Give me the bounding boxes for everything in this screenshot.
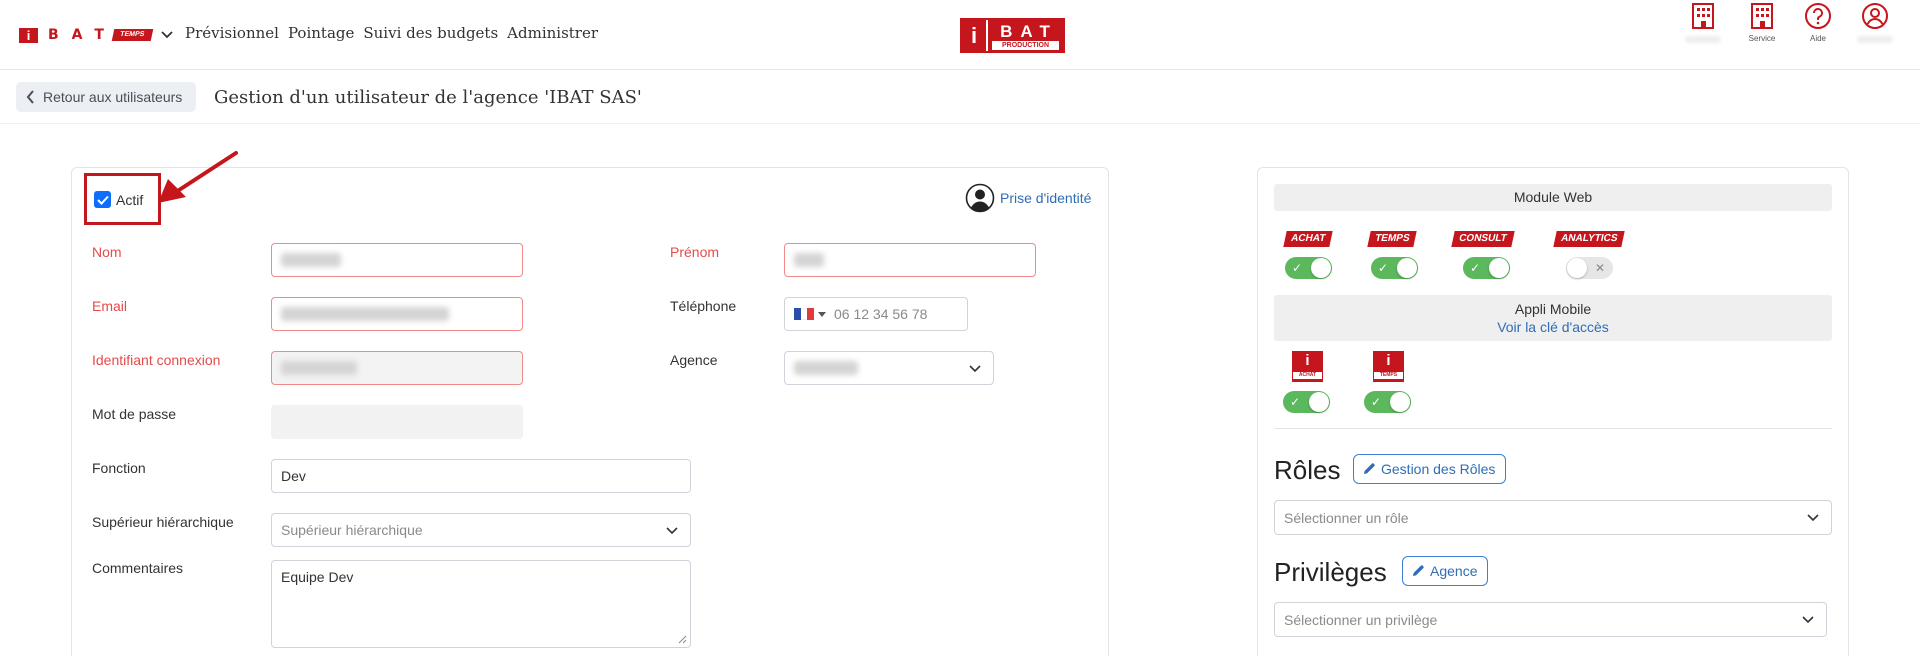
- fonction-value: Dev: [281, 468, 306, 484]
- module-analytics: ANALYTICS: [1546, 228, 1632, 247]
- toggle-mobile-temps[interactable]: ✓: [1364, 391, 1411, 413]
- telephone-label: Téléphone: [670, 298, 737, 314]
- brand-letters: BAT: [48, 27, 117, 43]
- nav-pointage[interactable]: Pointage: [288, 24, 354, 42]
- sub-header: Retour aux utilisateurs Gestion d'un uti…: [0, 70, 1920, 124]
- actif-checkbox[interactable]: Actif: [94, 191, 143, 208]
- telephone-placeholder: 06 12 34 56 78: [834, 306, 928, 322]
- agency-button[interactable]: [1676, 0, 1730, 43]
- building-service-icon: [1751, 3, 1773, 29]
- chevron-left-icon: [26, 90, 34, 104]
- nav-administrer[interactable]: Administrer: [507, 24, 598, 42]
- logo-letters: BAT: [1000, 22, 1058, 41]
- account-button[interactable]: [1848, 0, 1902, 43]
- help-label: Aide: [1809, 34, 1826, 43]
- brand-i-mark: i: [19, 27, 38, 43]
- toggle-web-temps[interactable]: ✓: [1371, 257, 1418, 279]
- brand-tag: TEMPS: [111, 29, 154, 41]
- nom-input[interactable]: [271, 243, 523, 277]
- main-menu: Prévisionnel Pointage Suivi des budgets …: [185, 24, 598, 42]
- resize-grip-icon[interactable]: [677, 634, 687, 644]
- privileges-title: Privilèges: [1274, 557, 1387, 587]
- prenom-label: Prénom: [670, 244, 720, 260]
- brand-logo[interactable]: i BAT TEMPS: [19, 27, 173, 43]
- agence-privilege-button[interactable]: Agence: [1402, 556, 1489, 586]
- nav-suivi-budgets[interactable]: Suivi des budgets: [363, 24, 498, 42]
- chevron-down-icon: [666, 527, 678, 535]
- commentaires-label: Commentaires: [92, 560, 184, 576]
- role-select[interactable]: Sélectionner un rôle: [1274, 500, 1832, 535]
- module-web-header: Module Web: [1274, 184, 1832, 211]
- service-label: Service: [1748, 34, 1776, 43]
- appli-mobile-title: Appli Mobile: [1514, 301, 1592, 317]
- prise-identite-link[interactable]: Prise d'identité: [965, 183, 1091, 213]
- back-label: Retour aux utilisateurs: [43, 89, 183, 105]
- toggle-web-analytics[interactable]: ✕: [1566, 257, 1613, 279]
- mot-de-passe-input[interactable]: [271, 405, 523, 439]
- chevron-down-icon[interactable]: [161, 31, 173, 39]
- mobile-temps-icon: i TEMPS: [1373, 351, 1404, 382]
- toggle-web-achat[interactable]: ✓: [1285, 257, 1332, 279]
- back-to-users-button[interactable]: Retour aux utilisateurs: [16, 82, 197, 112]
- annotation-arrow-icon: [158, 151, 238, 203]
- mobile-achat-icon: i ACHAT: [1292, 351, 1323, 382]
- appli-mobile-header: Appli Mobile Voir la clé d'accès: [1274, 295, 1832, 341]
- flag-fr-icon[interactable]: [794, 308, 815, 320]
- help-button[interactable]: Aide: [1791, 0, 1845, 44]
- identifiant-input[interactable]: [271, 351, 523, 385]
- gestion-roles-button[interactable]: Gestion des Rôles: [1353, 454, 1507, 484]
- voir-cle-link[interactable]: Voir la clé d'accès: [1497, 319, 1609, 335]
- ibat-production-logo: i BAT PRODUCTION: [960, 18, 1065, 53]
- module-temps: TEMPS: [1364, 228, 1420, 247]
- chevron-down-icon: [1807, 514, 1819, 522]
- chevron-down-icon: [969, 365, 981, 373]
- prise-identite-label: Prise d'identité: [1000, 190, 1092, 206]
- superieur-placeholder: Supérieur hiérarchique: [281, 522, 423, 538]
- check-icon[interactable]: [94, 191, 111, 208]
- superieur-select[interactable]: Supérieur hiérarchique: [271, 513, 691, 547]
- fonction-input[interactable]: Dev: [271, 459, 691, 493]
- actif-label: Actif: [116, 191, 144, 208]
- service-button[interactable]: Service: [1735, 0, 1789, 44]
- pencil-icon: [1413, 565, 1424, 576]
- prenom-input[interactable]: [784, 243, 1036, 277]
- pencil-icon: [1364, 463, 1375, 474]
- module-achat: ACHAT: [1280, 228, 1336, 247]
- help-icon: [1805, 3, 1831, 29]
- privilege-select[interactable]: Sélectionner un privilège: [1274, 602, 1827, 637]
- email-label: Email: [92, 298, 128, 314]
- role-placeholder: Sélectionner un rôle: [1284, 509, 1409, 526]
- caret-down-icon[interactable]: [818, 311, 826, 317]
- module-consult: CONSULT: [1448, 228, 1518, 247]
- mot-de-passe-label: Mot de passe: [92, 406, 177, 422]
- agence-privilege-label: Agence: [1430, 563, 1478, 579]
- roles-title: Rôles: [1274, 455, 1341, 485]
- telephone-input[interactable]: 06 12 34 56 78: [784, 297, 968, 331]
- nom-label: Nom: [92, 244, 122, 260]
- agence-label: Agence: [670, 352, 718, 368]
- privilege-placeholder: Sélectionner un privilège: [1284, 611, 1438, 628]
- superieur-label: Supérieur hiérarchique: [92, 514, 234, 530]
- page-title: Gestion d'un utilisateur de l'agence 'IB…: [214, 87, 642, 108]
- chevron-down-icon: [1802, 616, 1814, 624]
- divider: [1274, 428, 1832, 429]
- email-input[interactable]: [271, 297, 523, 331]
- commentaires-value: Equipe Dev: [281, 569, 354, 585]
- top-navbar: i BAT TEMPS Prévisionnel Pointage Suivi …: [0, 0, 1920, 70]
- gestion-roles-label: Gestion des Rôles: [1381, 461, 1496, 477]
- building-icon: [1692, 3, 1714, 29]
- nav-previsionnel[interactable]: Prévisionnel: [185, 24, 279, 42]
- agence-select[interactable]: [784, 351, 994, 385]
- toggle-mobile-achat[interactable]: ✓: [1283, 391, 1330, 413]
- commentaires-textarea[interactable]: Equipe Dev: [271, 560, 691, 648]
- fonction-label: Fonction: [92, 460, 146, 476]
- logo-tagline: PRODUCTION: [992, 41, 1059, 50]
- user-circle-icon: [965, 183, 995, 213]
- identifiant-label: Identifiant connexion: [92, 352, 221, 368]
- toggle-web-consult[interactable]: ✓: [1463, 257, 1510, 279]
- user-icon: [1862, 3, 1888, 29]
